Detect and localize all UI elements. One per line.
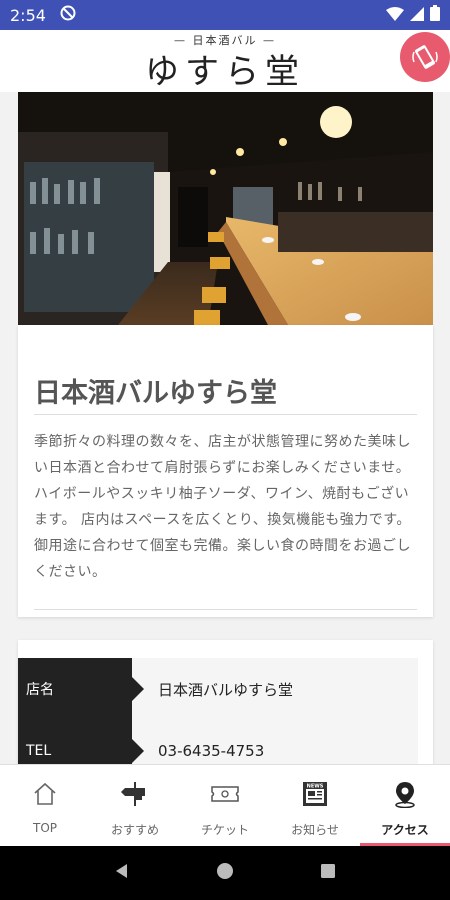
map-pin-icon <box>390 779 420 809</box>
status-time: 2:54 <box>10 5 46 25</box>
tab-label: アクセス <box>381 823 429 837</box>
phone-number-link[interactable]: 03-6435-4753 <box>158 720 264 764</box>
tab-recommend[interactable]: おすすめ <box>90 765 180 846</box>
svg-text:NEWS: NEWS <box>307 784 324 790</box>
home-button-icon[interactable] <box>216 862 234 884</box>
tab-top[interactable]: TOP <box>0 765 90 846</box>
wifi-icon <box>386 6 404 25</box>
home-icon <box>30 779 60 809</box>
intro-card: 日本酒バルゆすら堂 季節折々の料理の数々を、店主が状態管理に努めた美味しい日本酒… <box>18 325 433 617</box>
system-nav-bar <box>0 846 450 900</box>
tab-news[interactable]: NEWS お知らせ <box>270 765 360 846</box>
intro-text: 季節折々の料理の数々を、店主が状態管理に努めた美味しい日本酒と合わせて肩肘張らず… <box>34 434 411 580</box>
tab-label: チケット <box>200 823 249 837</box>
info-label: TEL <box>18 720 144 764</box>
info-row-tel: TEL 03-6435-4753 <box>18 720 418 764</box>
app-header: — 日本酒バル — ゆすら堂 <box>0 30 450 92</box>
signpost-icon <box>120 779 150 809</box>
intro-title: 日本酒バルゆすら堂 <box>34 361 417 415</box>
status-bar: 2:54 <box>0 0 450 30</box>
shop-info-table: 店名 日本酒バルゆすら堂 TEL 03-6435-4753 <box>18 658 418 764</box>
back-icon[interactable] <box>113 862 131 884</box>
tab-ticket[interactable]: チケット <box>180 765 270 846</box>
tab-label: おすすめ <box>110 823 159 837</box>
tab-access[interactable]: アクセス <box>360 765 450 846</box>
call-button[interactable] <box>400 32 450 82</box>
phone-icon <box>412 45 438 69</box>
shop-name-value: 日本酒バルゆすら堂 <box>158 680 294 699</box>
tab-label: お知らせ <box>291 823 339 837</box>
dnd-icon <box>60 5 76 25</box>
info-row-name: 店名 日本酒バルゆすら堂 <box>18 658 418 720</box>
restaurant-photo <box>18 92 433 325</box>
signal-icon <box>410 6 424 25</box>
main-content[interactable]: 日本酒バルゆすら堂 季節折々の料理の数々を、店主が状態管理に努めた美味しい日本酒… <box>0 92 450 764</box>
recents-icon[interactable] <box>319 862 337 884</box>
ticket-icon <box>210 779 240 809</box>
info-label: 店名 <box>18 658 144 720</box>
divider <box>34 609 417 610</box>
news-icon: NEWS <box>300 779 330 809</box>
bottom-tab-bar: TOP おすすめ チケット NEWS お知らせ アクセス <box>0 764 450 846</box>
tab-label: TOP <box>32 821 57 835</box>
battery-icon <box>430 5 440 25</box>
logo-title: ゆすら堂 <box>145 52 305 92</box>
